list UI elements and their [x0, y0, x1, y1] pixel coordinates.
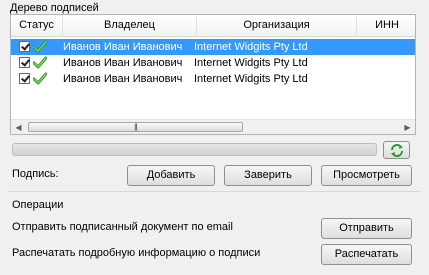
tree-header: Статус Владелец Организация ИНН — [11, 15, 415, 37]
scroll-right-icon[interactable]: ▶ — [400, 120, 415, 134]
column-header-owner[interactable]: Владелец — [63, 15, 197, 36]
divider — [8, 191, 421, 192]
scrollbar-thumb[interactable]: ||| — [28, 122, 243, 132]
grip-icon: ||| — [134, 124, 138, 131]
add-button[interactable]: Добавить — [127, 165, 215, 186]
column-header-organization[interactable]: Организация — [197, 15, 357, 36]
green-checkmark-icon — [33, 56, 47, 69]
column-header-status[interactable]: Статус — [11, 15, 63, 36]
tree-row[interactable]: Иванов Иван Иванович Internet Widgits Pt… — [11, 39, 415, 55]
tree-row[interactable]: Иванов Иван Иванович Internet Widgits Pt… — [11, 55, 415, 71]
signature-tree[interactable]: Статус Владелец Организация ИНН Иванов И… — [10, 14, 416, 135]
email-label: Отправить подписанный документ по email — [12, 221, 233, 233]
row-checkbox[interactable] — [19, 41, 30, 52]
tree-row[interactable]: Иванов Иван Иванович Internet Widgits Pt… — [11, 71, 415, 87]
horizontal-scrollbar[interactable]: ◀ ||| ▶ — [11, 119, 415, 134]
row-organization: Internet Widgits Pty Ltd — [194, 73, 308, 85]
green-checkmark-icon — [33, 72, 47, 85]
refresh-button[interactable] — [383, 141, 410, 159]
column-header-inn[interactable]: ИНН — [357, 15, 415, 36]
signature-tree-title: Дерево подписей — [10, 2, 99, 14]
progress-bar — [12, 143, 377, 156]
scroll-left-icon[interactable]: ◀ — [11, 120, 26, 134]
row-organization: Internet Widgits Pty Ltd — [194, 57, 308, 69]
operations-title: Операции — [12, 199, 64, 211]
row-checkbox[interactable] — [19, 73, 30, 84]
print-label: Распечатать подробную информацию о подпи… — [12, 247, 261, 259]
green-checkmark-icon — [33, 40, 47, 53]
row-owner: Иванов Иван Иванович — [63, 41, 183, 53]
send-button[interactable]: Отправить — [321, 218, 412, 239]
row-checkbox[interactable] — [19, 57, 30, 68]
certify-button[interactable]: Заверить — [224, 165, 312, 186]
signature-label: Подпись: — [12, 168, 59, 180]
refresh-arrows-icon — [390, 143, 403, 157]
print-button[interactable]: Распечатать — [321, 244, 412, 265]
view-button[interactable]: Просмотреть — [321, 165, 412, 186]
row-organization: Internet Widgits Pty Ltd — [194, 41, 308, 53]
row-owner: Иванов Иван Иванович — [63, 57, 183, 69]
row-owner: Иванов Иван Иванович — [63, 73, 183, 85]
